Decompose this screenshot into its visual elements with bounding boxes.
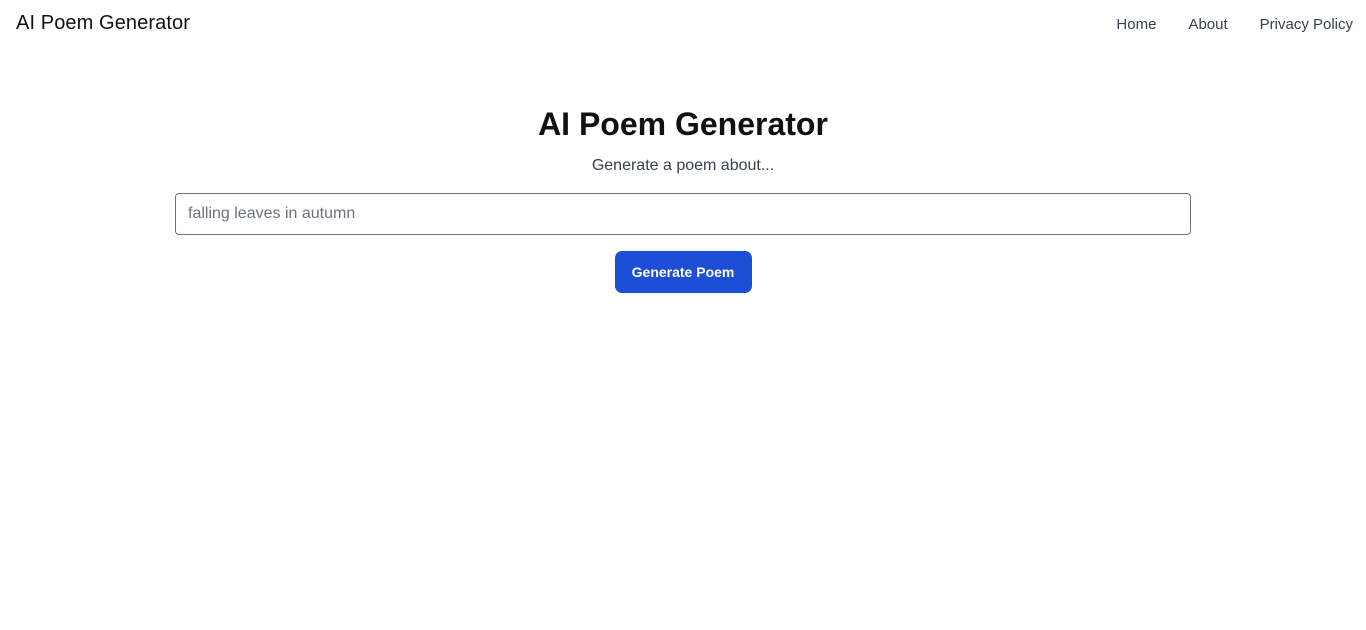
main-content: AI Poem Generator Generate a poem about.… (0, 106, 1366, 293)
top-navbar: AI Poem Generator Home About Privacy Pol… (0, 0, 1366, 50)
nav-link-privacy-policy[interactable]: Privacy Policy (1260, 16, 1353, 33)
generate-poem-button[interactable]: Generate Poem (614, 251, 752, 293)
brand-logo-text[interactable]: AI Poem Generator (16, 12, 190, 35)
poem-topic-input[interactable] (175, 193, 1191, 235)
page-subtitle: Generate a poem about... (591, 157, 775, 174)
nav-link-home[interactable]: Home (1116, 16, 1156, 33)
nav-link-about[interactable]: About (1188, 16, 1227, 33)
main-nav: Home About Privacy Policy (1116, 16, 1353, 33)
page-title: AI Poem Generator (538, 106, 828, 142)
